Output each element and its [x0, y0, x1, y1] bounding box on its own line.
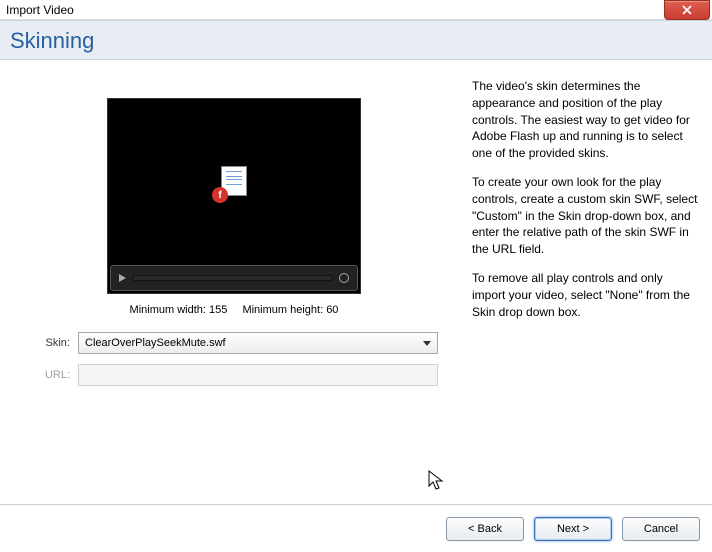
min-height-label: Minimum height: 60 [242, 304, 338, 316]
close-icon [682, 5, 692, 15]
info-paragraph-2: To create your own look for the play con… [472, 174, 698, 258]
min-width-label: Minimum width: 155 [130, 304, 228, 316]
info-panel: The video's skin determines the appearan… [472, 78, 698, 396]
dimension-info: Minimum width: 155 Minimum height: 60 [130, 304, 339, 316]
close-button[interactable] [664, 0, 710, 20]
url-row: URL: [30, 364, 438, 386]
video-preview: f [107, 98, 361, 294]
skin-row: Skin: ClearOverPlaySeekMute.swf [30, 332, 438, 354]
window-title: Import Video [6, 3, 74, 17]
seek-bar[interactable] [132, 275, 333, 281]
cursor-icon [428, 470, 444, 492]
flash-badge-icon: f [212, 187, 228, 203]
url-label: URL: [30, 369, 78, 381]
chevron-down-icon [423, 341, 431, 346]
video-stage: f [108, 99, 360, 263]
next-button[interactable]: Next > [534, 517, 612, 541]
skin-dropdown-value: ClearOverPlaySeekMute.swf [85, 337, 226, 349]
content-area: f Minimum width: 155 Minimum height: 60 … [0, 60, 712, 504]
preview-pane: f Minimum width: 155 Minimum height: 60 … [14, 78, 454, 396]
back-button[interactable]: < Back [446, 517, 524, 541]
info-paragraph-1: The video's skin determines the appearan… [472, 78, 698, 162]
cancel-button[interactable]: Cancel [622, 517, 700, 541]
page-heading: Skinning [0, 20, 712, 60]
url-input [78, 364, 438, 386]
title-bar: Import Video [0, 0, 712, 20]
skin-label: Skin: [30, 337, 78, 349]
play-icon[interactable] [119, 274, 126, 282]
volume-icon[interactable] [339, 273, 349, 283]
player-skin-bar [110, 265, 358, 291]
info-paragraph-3: To remove all play controls and only imp… [472, 270, 698, 320]
skin-dropdown[interactable]: ClearOverPlaySeekMute.swf [78, 332, 438, 354]
wizard-footer: < Back Next > Cancel [0, 504, 712, 552]
